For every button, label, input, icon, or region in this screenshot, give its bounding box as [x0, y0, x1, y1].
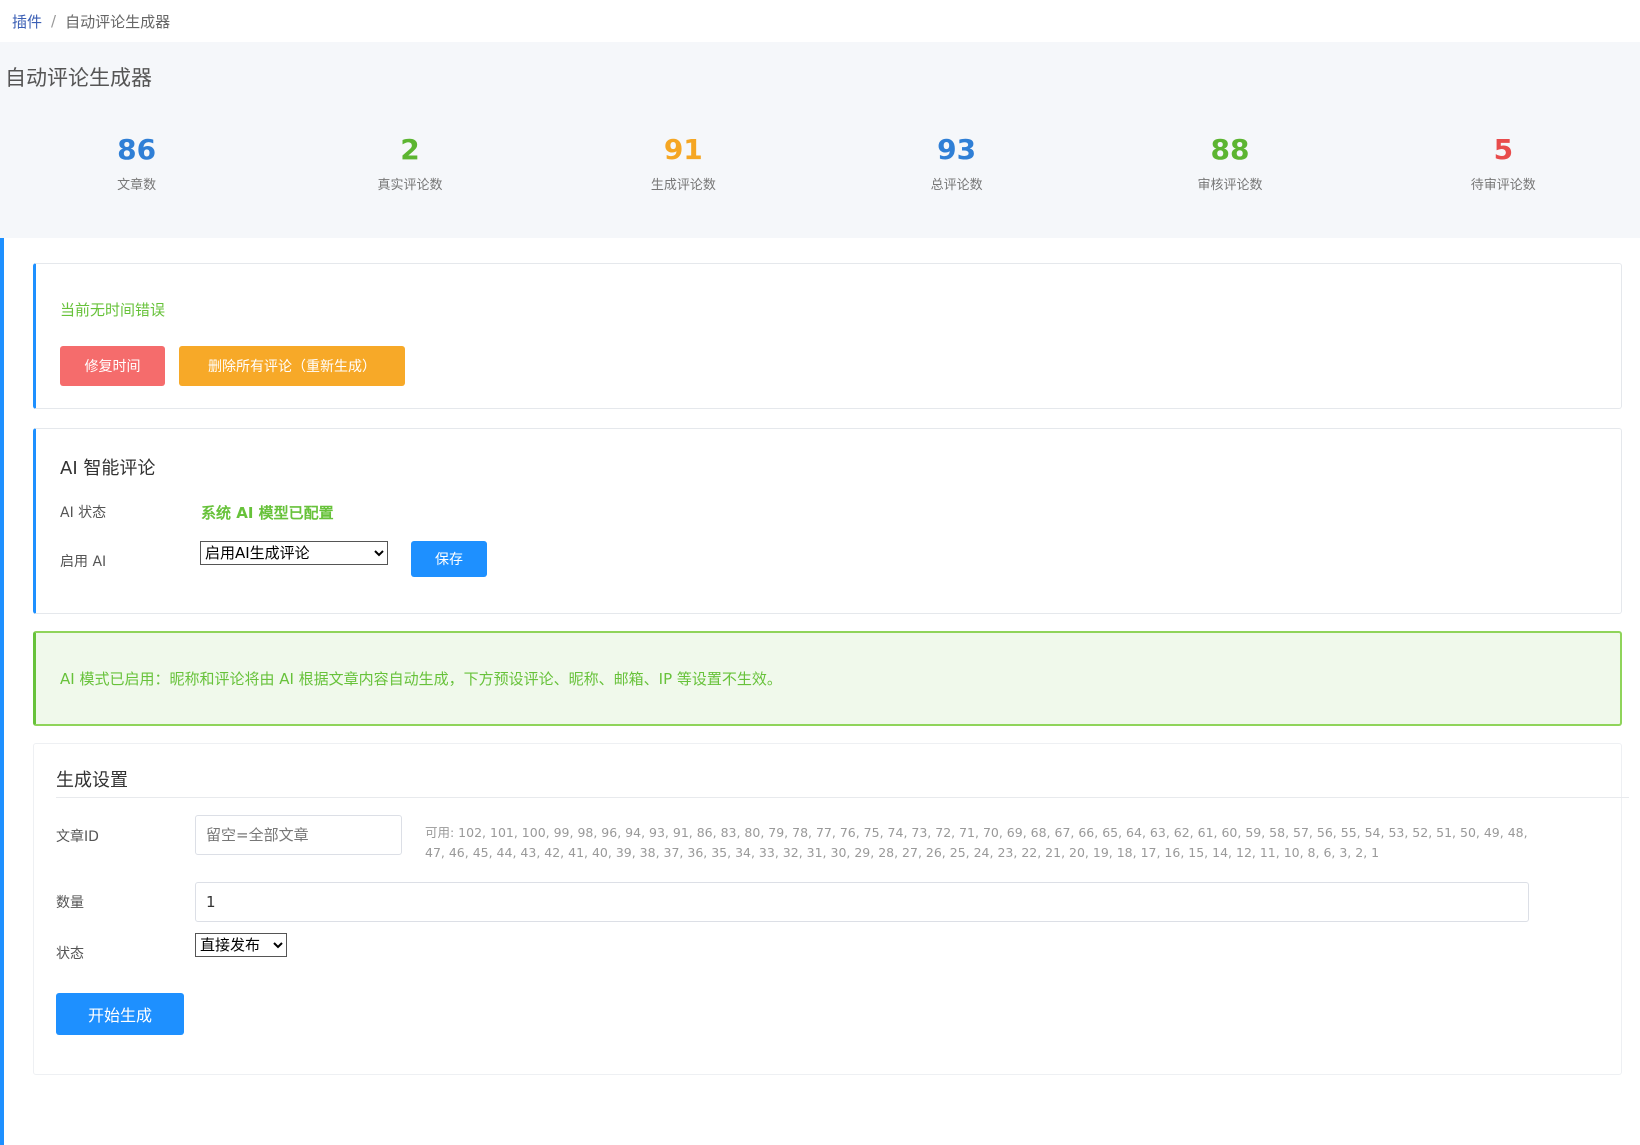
available-article-ids: 可用: 102, 101, 100, 99, 98, 96, 94, 93, 9…: [425, 825, 1528, 860]
stat-label: 生成评论数: [650, 178, 716, 193]
stat-label: 待审评论数: [1470, 178, 1536, 193]
stat-articles: 86 文章数: [0, 110, 273, 218]
enable-ai-label: 启用 AI: [60, 554, 107, 570]
stat-pending-comments: 5 待审评论数: [1367, 110, 1640, 218]
ai-mode-notice-text: AI 模式已启用：昵称和评论将由 AI 根据文章内容自动生成，下方预设评论、昵称…: [60, 670, 782, 688]
article-id-input[interactable]: [195, 815, 402, 855]
breadcrumb: 插件 / 自动评论生成器: [0, 0, 1640, 42]
time-error-card: 当前无时间错误 修复时间 删除所有评论（重新生成）: [33, 263, 1622, 409]
status-label: 状态: [56, 946, 84, 962]
stat-label: 总评论数: [930, 178, 983, 193]
status-select[interactable]: 直接发布: [195, 933, 287, 957]
breadcrumb-separator: /: [51, 12, 57, 30]
start-generate-button[interactable]: 开始生成: [56, 993, 184, 1035]
stat-value: 2: [400, 133, 420, 166]
delete-all-comments-button[interactable]: 删除所有评论（重新生成）: [179, 346, 405, 386]
ai-status-value: 系统 AI 模型已配置: [201, 504, 334, 522]
stat-label: 文章数: [117, 178, 157, 193]
ai-status-label: AI 状态: [60, 505, 107, 521]
ai-mode-notice: AI 模式已启用：昵称和评论将由 AI 根据文章内容自动生成，下方预设评论、昵称…: [33, 631, 1622, 726]
stat-approved-comments: 88 审核评论数: [1093, 110, 1366, 218]
stat-real-comments: 2 真实评论数: [273, 110, 546, 218]
stat-value: 5: [1493, 133, 1514, 166]
save-button[interactable]: 保存: [411, 541, 487, 577]
divider: [56, 797, 1629, 798]
ai-card-heading: AI 智能评论: [60, 458, 156, 479]
stat-value: 91: [663, 133, 703, 166]
main-content: 当前无时间错误 修复时间 删除所有评论（重新生成） AI 智能评论 AI 状态 …: [0, 238, 1640, 1145]
stat-generated-comments: 91 生成评论数: [547, 110, 820, 218]
article-id-label: 文章ID: [56, 829, 99, 845]
stat-label: 审核评论数: [1197, 178, 1263, 193]
breadcrumb-current: 自动评论生成器: [65, 12, 171, 31]
stat-value: 88: [1210, 133, 1250, 166]
stat-total-comments: 93 总评论数: [820, 110, 1093, 218]
stats-row: 86 文章数 2 真实评论数 91 生成评论数 93 总评论数 88 审核评论数…: [0, 110, 1640, 218]
enable-ai-select[interactable]: 启用AI生成评论: [200, 541, 388, 565]
breadcrumb-plugins-link[interactable]: 插件: [12, 11, 42, 32]
stat-value: 93: [937, 133, 977, 166]
quantity-input[interactable]: [195, 882, 1529, 922]
generation-settings-heading: 生成设置: [56, 770, 128, 791]
stat-value: 86: [117, 133, 157, 166]
ai-comment-card: AI 智能评论 AI 状态 系统 AI 模型已配置 启用 AI 启用AI生成评论…: [33, 428, 1622, 614]
time-status-message: 当前无时间错误: [60, 301, 166, 319]
quantity-label: 数量: [56, 895, 84, 911]
page-title: 自动评论生成器: [5, 66, 152, 90]
stat-label: 真实评论数: [377, 178, 443, 193]
generation-settings-card: 生成设置 文章ID 可用: 102, 101, 100, 99, 98, 96,…: [33, 743, 1629, 1075]
fix-time-button[interactable]: 修复时间: [60, 346, 165, 386]
